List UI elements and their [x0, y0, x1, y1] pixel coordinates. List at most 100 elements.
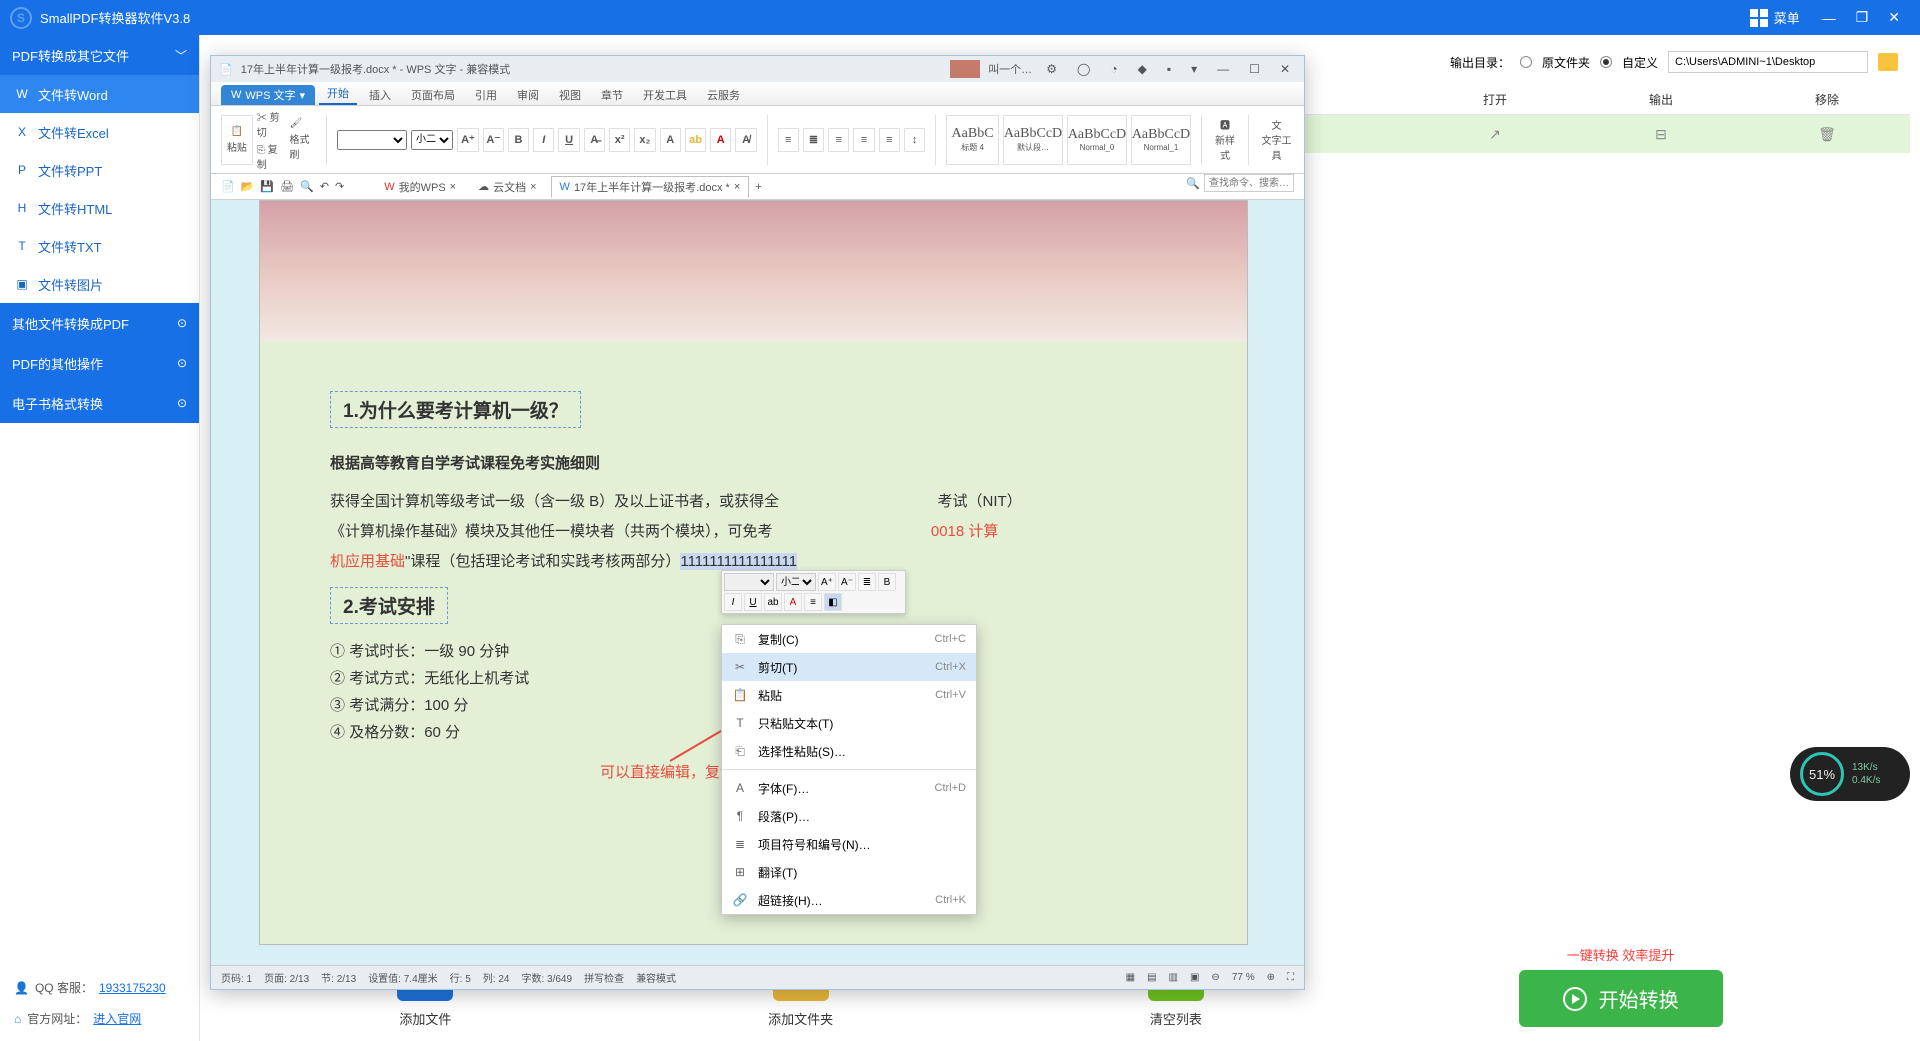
- wps-titlebar[interactable]: 📄 17年上半年计算一级报考.docx * - WPS 文字 - 兼容模式 叫一…: [211, 56, 1304, 82]
- style-normal1[interactable]: AaBbCcDNormal_1: [1131, 115, 1191, 165]
- menu-button[interactable]: 菜单: [1738, 8, 1812, 27]
- tab-start[interactable]: 开始: [319, 83, 357, 105]
- font-size-select[interactable]: 小二: [411, 130, 453, 150]
- status-col[interactable]: 列: 24: [483, 970, 510, 985]
- tab-layout[interactable]: 页面布局: [403, 85, 463, 105]
- maximize-button[interactable]: ❐: [1846, 9, 1879, 26]
- clock-icon[interactable]: ◔: [1104, 62, 1123, 76]
- style-default[interactable]: AaBbCcD默认段…: [1003, 115, 1063, 165]
- paste-button[interactable]: 📋粘贴: [221, 115, 253, 165]
- ctx-paste-special[interactable]: ⎗选择性粘贴(S)…: [722, 737, 976, 765]
- new-style-button[interactable]: 🅰新样式: [1212, 117, 1238, 162]
- gear-icon[interactable]: ⚙: [1040, 62, 1063, 76]
- tab-review[interactable]: 审阅: [509, 85, 547, 105]
- mini-bold[interactable]: B: [878, 573, 896, 591]
- bullets-button[interactable]: ≡: [778, 128, 799, 152]
- sidebar-item-image[interactable]: ▣文件转图片: [0, 265, 199, 303]
- status-section[interactable]: 节: 2/13: [321, 970, 356, 985]
- ctx-font[interactable]: A字体(F)…Ctrl+D: [722, 774, 976, 802]
- ctx-cut[interactable]: ✂剪切(T)Ctrl+X: [722, 653, 976, 681]
- start-convert-button[interactable]: 开始转换: [1519, 970, 1723, 1027]
- zoom-value[interactable]: 77 %: [1232, 972, 1255, 983]
- decrease-font-icon[interactable]: A⁻: [483, 128, 504, 152]
- radio-custom-folder[interactable]: [1600, 56, 1612, 68]
- font-effects-button[interactable]: A: [660, 128, 681, 152]
- tab-chapter[interactable]: 章节: [593, 85, 631, 105]
- align-right-button[interactable]: ≡: [879, 128, 900, 152]
- sidebar-item-ppt[interactable]: P文件转PPT: [0, 151, 199, 189]
- ctx-copy[interactable]: ⎘复制(C)Ctrl+C: [722, 625, 976, 653]
- status-pages[interactable]: 页面: 2/13: [264, 970, 309, 985]
- doctab-current[interactable]: W17年上半年计算一级报考.docx *×: [551, 176, 750, 198]
- tab-dev[interactable]: 开发工具: [635, 85, 695, 105]
- underline-button[interactable]: U: [558, 128, 579, 152]
- highlight-button[interactable]: ab: [685, 128, 706, 152]
- mini-increase-font[interactable]: A⁺: [818, 573, 836, 591]
- browse-folder-button[interactable]: [1878, 53, 1898, 71]
- sidebar-header-pdf-other-ops[interactable]: PDF的其他操作⊙: [0, 343, 199, 383]
- mini-font-color[interactable]: A: [784, 593, 802, 611]
- style-normal0[interactable]: AaBbCcDNormal_0: [1067, 115, 1127, 165]
- format-painter-button[interactable]: 🖌: [290, 118, 316, 129]
- minimize-button[interactable]: —: [1812, 10, 1846, 26]
- view-web-icon[interactable]: ▤: [1147, 972, 1156, 983]
- line-spacing-button[interactable]: ↕: [904, 128, 925, 152]
- redo-icon[interactable]: ↷: [335, 180, 344, 193]
- print-icon[interactable]: 🖨: [280, 180, 294, 193]
- diamond-icon[interactable]: ◆: [1132, 62, 1153, 76]
- zoom-in-button[interactable]: ⊕: [1267, 972, 1275, 983]
- ctx-paste-text[interactable]: T只粘贴文本(T): [722, 709, 976, 737]
- mini-shading[interactable]: ◧: [824, 593, 842, 611]
- dot-icon[interactable]: ▪: [1161, 62, 1177, 76]
- status-spell[interactable]: 拼写检查: [584, 970, 624, 985]
- mini-underline[interactable]: U: [744, 593, 762, 611]
- circle-icon[interactable]: ◯: [1071, 62, 1096, 76]
- ctx-translate[interactable]: ⊞翻译(T): [722, 858, 976, 886]
- align-center-button[interactable]: ≡: [853, 128, 874, 152]
- mini-font-size[interactable]: 小二: [776, 573, 816, 591]
- mini-font-family[interactable]: [724, 573, 774, 591]
- output-button[interactable]: ⊟: [1578, 126, 1744, 143]
- undo-icon[interactable]: ↶: [320, 180, 329, 193]
- sidebar-item-word[interactable]: W文件转Word: [0, 75, 199, 113]
- remove-button[interactable]: 🗑: [1744, 126, 1910, 143]
- preview-icon[interactable]: 🔍: [300, 180, 314, 193]
- status-chars[interactable]: 字数: 3/649: [521, 970, 572, 985]
- sidebar-item-html[interactable]: H文件转HTML: [0, 189, 199, 227]
- subscript-button[interactable]: x₂: [634, 128, 655, 152]
- sidebar-header-pdf-to-other[interactable]: PDF转换成其它文件 ﹀: [0, 35, 199, 75]
- status-compat[interactable]: 兼容模式: [636, 970, 676, 985]
- output-path-input[interactable]: [1668, 51, 1868, 73]
- wps-chevron-down-icon[interactable]: ▾: [1185, 62, 1203, 76]
- doctab-mywps[interactable]: W我的WPS×: [376, 177, 464, 197]
- status-page[interactable]: 页码: 1: [221, 970, 252, 985]
- tab-cloud[interactable]: 云服务: [699, 85, 748, 105]
- font-color-button[interactable]: A: [710, 128, 731, 152]
- bold-button[interactable]: B: [508, 128, 529, 152]
- sidebar-header-other-to-pdf[interactable]: 其他文件转换成PDF⊙: [0, 303, 199, 343]
- status-setting[interactable]: 设置值: 7.4厘米: [368, 970, 437, 985]
- wps-close-button[interactable]: ✕: [1274, 62, 1296, 76]
- text-tools-button[interactable]: 文文字工具: [1259, 117, 1294, 162]
- ctx-bullets[interactable]: ≣项目符号和编号(N)…: [722, 830, 976, 858]
- qq-number-link[interactable]: 1933175230: [99, 981, 166, 995]
- italic-button[interactable]: I: [533, 128, 554, 152]
- add-tab-button[interactable]: +: [755, 181, 761, 193]
- mini-list-icon[interactable]: ≣: [858, 573, 876, 591]
- view-print-icon[interactable]: ▦: [1126, 972, 1135, 983]
- wps-minimize-button[interactable]: —: [1211, 62, 1235, 76]
- ctx-paste[interactable]: 📋粘贴Ctrl+V: [722, 681, 976, 709]
- sidebar-header-ebook[interactable]: 电子书格式转换⊙: [0, 383, 199, 423]
- site-link[interactable]: 进入官网: [93, 1010, 141, 1027]
- sidebar-item-txt[interactable]: T文件转TXT: [0, 227, 199, 265]
- sidebar-item-excel[interactable]: X文件转Excel: [0, 113, 199, 151]
- mini-decrease-font[interactable]: A⁻: [838, 573, 856, 591]
- cut-button[interactable]: ✂ 剪切: [257, 109, 286, 139]
- ctx-hyperlink[interactable]: 🔗超链接(H)…Ctrl+K: [722, 886, 976, 914]
- mini-highlight[interactable]: ab: [764, 593, 782, 611]
- close-button[interactable]: ✕: [1878, 9, 1910, 26]
- wps-brand-tab[interactable]: WWPS 文字▾: [221, 85, 315, 105]
- mini-italic[interactable]: I: [724, 593, 742, 611]
- strike-button[interactable]: A̶: [584, 128, 605, 152]
- open-icon[interactable]: 📂: [241, 180, 255, 193]
